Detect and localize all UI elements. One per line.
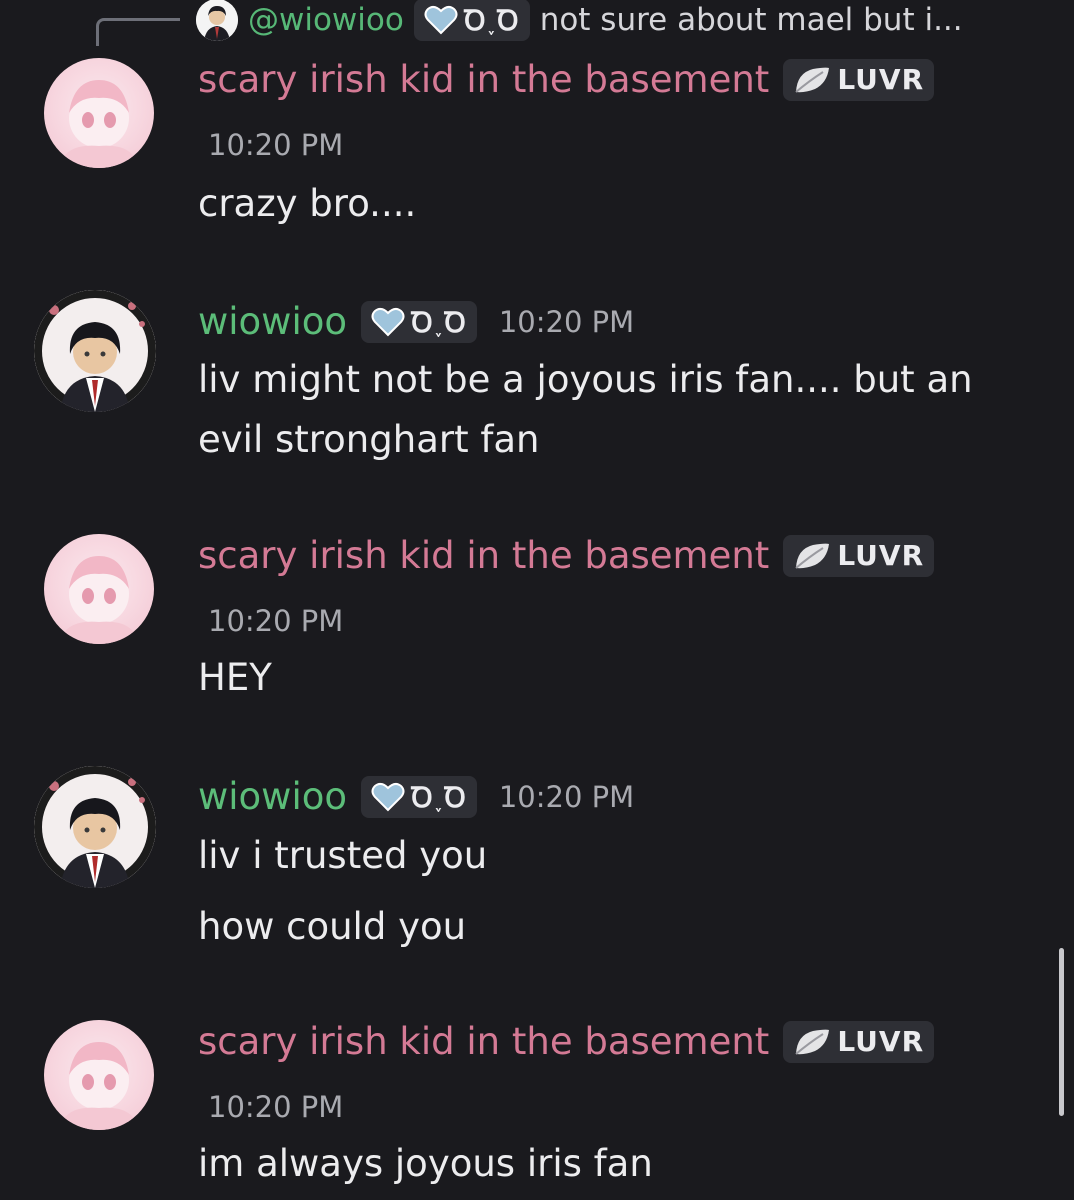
reply-user-tag: Ꝺ˯Ꝺ (413, 0, 530, 41)
leaf-icon (795, 1029, 830, 1055)
user-tag[interactable]: Ꝺ˯Ꝺ (361, 300, 477, 343)
author-name[interactable]: scary irish kid in the basement (198, 534, 769, 577)
message-header: wiowioo Ꝺ˯Ꝺ 10:20 PM (198, 300, 634, 343)
reply-tag-label: Ꝺ˯Ꝺ (463, 4, 520, 37)
author-name[interactable]: wiowioo (198, 775, 347, 818)
message-text: how could you (198, 905, 467, 948)
message-header: scary irish kid in the basement LUVR (198, 58, 935, 101)
message-header: wiowioo Ꝺ˯Ꝺ 10:20 PM (198, 775, 634, 818)
message-text: liv might not be a joyous iris fan.... b… (198, 358, 973, 461)
user-tag[interactable]: LUVR (783, 534, 935, 577)
heart-icon (371, 307, 405, 336)
tag-label: LUVR (837, 539, 925, 572)
tag-label: Ꝺ˯Ꝺ (411, 780, 467, 814)
author-name[interactable]: scary irish kid in the basement (198, 1020, 769, 1063)
user-tag[interactable]: LUVR (783, 58, 935, 101)
leaf-icon (795, 67, 830, 93)
message-header: scary irish kid in the basement LUVR (198, 1020, 935, 1063)
timestamp: 10:20 PM (498, 304, 635, 339)
timestamp: 10:20 PM (498, 779, 635, 814)
author-name[interactable]: scary irish kid in the basement (198, 58, 769, 101)
user-avatar[interactable] (34, 766, 156, 888)
scrollbar[interactable] (1059, 948, 1064, 1116)
user-avatar[interactable] (44, 58, 154, 168)
timestamp: 10:20 PM (208, 1090, 344, 1124)
reply-username[interactable]: @wiowioo (248, 2, 404, 38)
leaf-icon (795, 543, 830, 569)
timestamp: 10:20 PM (208, 128, 344, 162)
user-avatar[interactable] (34, 290, 156, 412)
message-text: HEY (198, 656, 272, 699)
author-name[interactable]: wiowioo (198, 300, 347, 343)
tag-label: LUVR (837, 1025, 925, 1058)
user-avatar[interactable] (44, 534, 154, 644)
reply-connector (96, 18, 180, 46)
timestamp: 10:20 PM (208, 604, 344, 638)
user-tag[interactable]: Ꝺ˯Ꝺ (361, 775, 477, 818)
reply-reference[interactable]: @wiowioo Ꝺ˯Ꝺ not sure about mael but i..… (196, 0, 963, 41)
heart-icon (424, 5, 458, 35)
tag-label: LUVR (837, 63, 925, 96)
message-text: im always joyous iris fan (198, 1142, 653, 1185)
user-avatar[interactable] (44, 1020, 154, 1130)
message-text: liv i trusted you (198, 834, 488, 877)
tag-label: Ꝺ˯Ꝺ (411, 305, 467, 339)
message-header: scary irish kid in the basement LUVR (198, 534, 935, 577)
reply-preview[interactable]: not sure about mael but i... (540, 2, 963, 38)
message-text: crazy bro.... (198, 182, 417, 225)
heart-icon (371, 782, 405, 811)
reply-avatar[interactable] (196, 0, 238, 41)
user-tag[interactable]: LUVR (783, 1020, 935, 1063)
